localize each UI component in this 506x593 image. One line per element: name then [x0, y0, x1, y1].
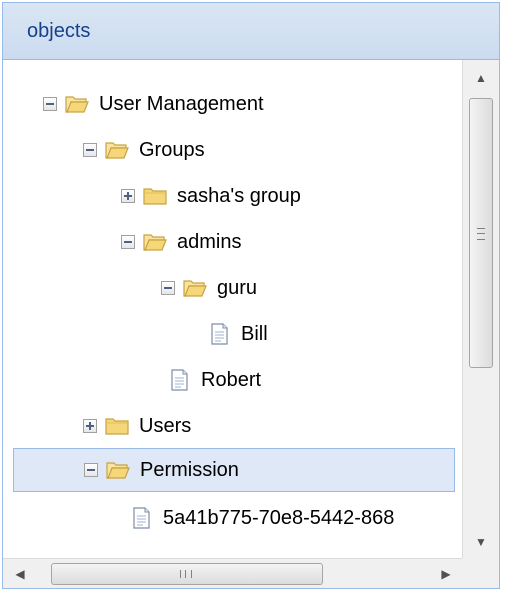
document-icon — [171, 369, 188, 391]
tree-node-label: admins — [177, 230, 242, 253]
tree-node-label: sasha's group — [177, 184, 301, 207]
tree-node-groups[interactable]: Groups — [83, 128, 205, 172]
folder-open-icon — [105, 142, 129, 159]
folder-closed-icon — [105, 418, 129, 435]
panel-body: User Management Groups sasha's group adm… — [3, 60, 499, 588]
expand-toggle-icon[interactable] — [83, 419, 97, 433]
tree-node-users[interactable]: Users — [83, 404, 191, 448]
folder-open-icon — [183, 280, 207, 297]
folder-open-icon — [106, 462, 130, 479]
tree-node-label: 5a41b775-70e8-5442-868 — [163, 506, 395, 529]
tree-node-label: Users — [139, 414, 192, 437]
collapse-toggle-icon[interactable] — [43, 97, 57, 111]
folder-closed-icon — [143, 188, 167, 205]
tree-node-label: Bill — [241, 322, 268, 345]
tree-node-user-management[interactable]: User Management — [43, 82, 264, 126]
folder-open-icon — [143, 234, 167, 251]
tree-node-guru[interactable]: guru — [161, 266, 257, 310]
scroll-down-icon[interactable]: ▼ — [463, 524, 499, 560]
tree-node-label: Robert — [201, 368, 262, 391]
folder-open-icon — [65, 96, 89, 113]
tree-node-label: guru — [217, 276, 258, 299]
horizontal-scrollbar[interactable]: ◀ ▶ — [3, 558, 463, 588]
tree-node-permission[interactable]: Permission — [13, 448, 455, 492]
tree-node-label: Groups — [139, 138, 205, 161]
vertical-scroll-thumb[interactable] — [469, 98, 493, 368]
collapse-toggle-icon[interactable] — [161, 281, 175, 295]
tree-node-robert[interactable]: Robert — [167, 358, 261, 402]
scroll-left-icon[interactable]: ◀ — [3, 559, 37, 588]
object-tree: User Management Groups sasha's group adm… — [3, 60, 455, 560]
expand-toggle-icon[interactable] — [121, 189, 135, 203]
scrollbar-corner — [462, 558, 499, 588]
scroll-up-icon[interactable]: ▲ — [463, 60, 499, 96]
document-icon — [133, 507, 150, 529]
panel-header: objects — [3, 3, 499, 60]
collapse-toggle-icon[interactable] — [121, 235, 135, 249]
tree-node-label: User Management — [99, 92, 264, 115]
scroll-right-icon[interactable]: ▶ — [429, 559, 463, 588]
vertical-scrollbar[interactable]: ▲ ▼ — [462, 60, 499, 560]
panel-title: objects — [27, 19, 91, 42]
tree-node-permission-item[interactable]: 5a41b775-70e8-5442-868 — [129, 496, 394, 540]
tree-node-bill[interactable]: Bill — [207, 312, 268, 356]
grip-icon — [477, 228, 485, 240]
grip-icon — [180, 570, 192, 578]
collapse-toggle-icon[interactable] — [84, 463, 98, 477]
tree-node-sashas-group[interactable]: sasha's group — [121, 174, 301, 218]
document-icon — [211, 323, 228, 345]
tree-node-label: Permission — [140, 458, 239, 481]
collapse-toggle-icon[interactable] — [83, 143, 97, 157]
tree-node-admins[interactable]: admins — [121, 220, 241, 264]
objects-panel: objects User Management Groups sasha's g… — [2, 2, 500, 589]
horizontal-scroll-thumb[interactable] — [51, 563, 323, 585]
